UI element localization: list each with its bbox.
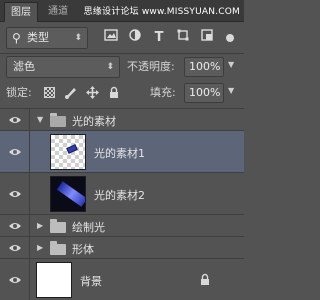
fill-input[interactable]: 100%: [184, 83, 224, 103]
expand-arrow-icon[interactable]: ▶: [37, 221, 43, 230]
adjustment-filter-icon[interactable]: [124, 27, 146, 49]
filter-row: ⚲ 类型 ⬍ T: [0, 27, 244, 49]
layer-name: 绘制光: [72, 221, 105, 234]
layer-group-row[interactable]: ▶ 形体: [0, 236, 244, 258]
type-filter-icon[interactable]: T: [148, 27, 170, 49]
visibility-eye-icon[interactable]: [0, 173, 30, 214]
layer-name: 光的素材1: [94, 147, 145, 160]
search-icon: ⚲: [12, 31, 21, 45]
visibility-eye-icon[interactable]: [0, 237, 30, 258]
lock-row: 锁定: 填充: 100% ▼: [0, 82, 244, 104]
layer-name: 光的素材2: [94, 189, 145, 202]
blend-mode-select[interactable]: 滤色 ⬍: [6, 56, 120, 78]
layers-list: ▼ 光的素材 光的素材1 光的素材2 ▶ 绘制光 ▶ 形体 背景: [0, 108, 244, 300]
lock-image-pixels-icon[interactable]: [64, 85, 78, 102]
folder-icon: [50, 219, 66, 233]
lock-all-icon[interactable]: [109, 86, 119, 102]
lock-position-icon[interactable]: [86, 86, 99, 102]
divider: [0, 53, 244, 54]
layer-name: 形体: [72, 243, 94, 256]
folder-icon: [50, 113, 66, 127]
tab-channels[interactable]: 通道: [42, 2, 74, 22]
collapse-arrow-icon[interactable]: ▼: [37, 115, 43, 124]
layer-thumbnail: [50, 134, 86, 170]
blend-mode-value: 滤色: [13, 60, 35, 73]
lock-transparent-pixels-icon[interactable]: [44, 87, 55, 98]
blend-row: 滤色 ⬍ 不透明度: 100% ▼: [0, 56, 244, 78]
layer-row-selected[interactable]: 光的素材1: [0, 130, 244, 172]
lock-icon: [200, 273, 210, 289]
chevron-icon: ⬍: [106, 62, 114, 72]
visibility-eye-icon[interactable]: [0, 131, 30, 172]
visibility-eye-icon[interactable]: [0, 109, 30, 130]
layer-row-background[interactable]: 背景: [0, 258, 244, 300]
folder-icon: [50, 241, 66, 255]
visibility-eye-icon[interactable]: [0, 215, 30, 236]
lock-label: 锁定:: [6, 86, 32, 99]
opacity-label: 不透明度:: [127, 60, 175, 73]
expand-arrow-icon[interactable]: ▶: [37, 243, 43, 252]
image-filter-icon[interactable]: [100, 27, 122, 49]
opacity-dropdown-icon[interactable]: ▼: [228, 60, 234, 69]
tab-layers[interactable]: 图层: [4, 2, 38, 22]
layer-row[interactable]: 光的素材2: [0, 172, 244, 214]
layer-name: 光的素材: [72, 115, 116, 128]
panel-tab-bar: 图层 通道 思缘设计论坛 www.MISSYUAN.COM: [0, 0, 244, 22]
layer-group-row[interactable]: ▶ 绘制光: [0, 214, 244, 236]
smart-object-filter-icon[interactable]: [196, 27, 218, 49]
layer-thumbnail: [36, 262, 72, 298]
visibility-eye-icon[interactable]: [0, 259, 30, 300]
filter-type-select[interactable]: ⚲ 类型 ⬍: [6, 27, 88, 49]
filter-toggle[interactable]: [226, 34, 234, 42]
watermark-text: 思缘设计论坛 www.MISSYUAN.COM: [83, 7, 240, 17]
chevron-icon: ⬍: [74, 33, 82, 43]
light-streak: [56, 181, 85, 207]
fill-label: 填充:: [150, 86, 176, 99]
light-shape: [66, 144, 78, 154]
shape-filter-icon[interactable]: [172, 27, 194, 49]
layer-group-row[interactable]: ▼ 光的素材: [0, 108, 244, 130]
layer-thumbnail: [50, 176, 86, 212]
opacity-input[interactable]: 100%: [184, 57, 224, 77]
layer-name: 背景: [80, 275, 102, 288]
fill-dropdown-icon[interactable]: ▼: [228, 86, 234, 95]
filter-type-label: 类型: [27, 31, 49, 44]
